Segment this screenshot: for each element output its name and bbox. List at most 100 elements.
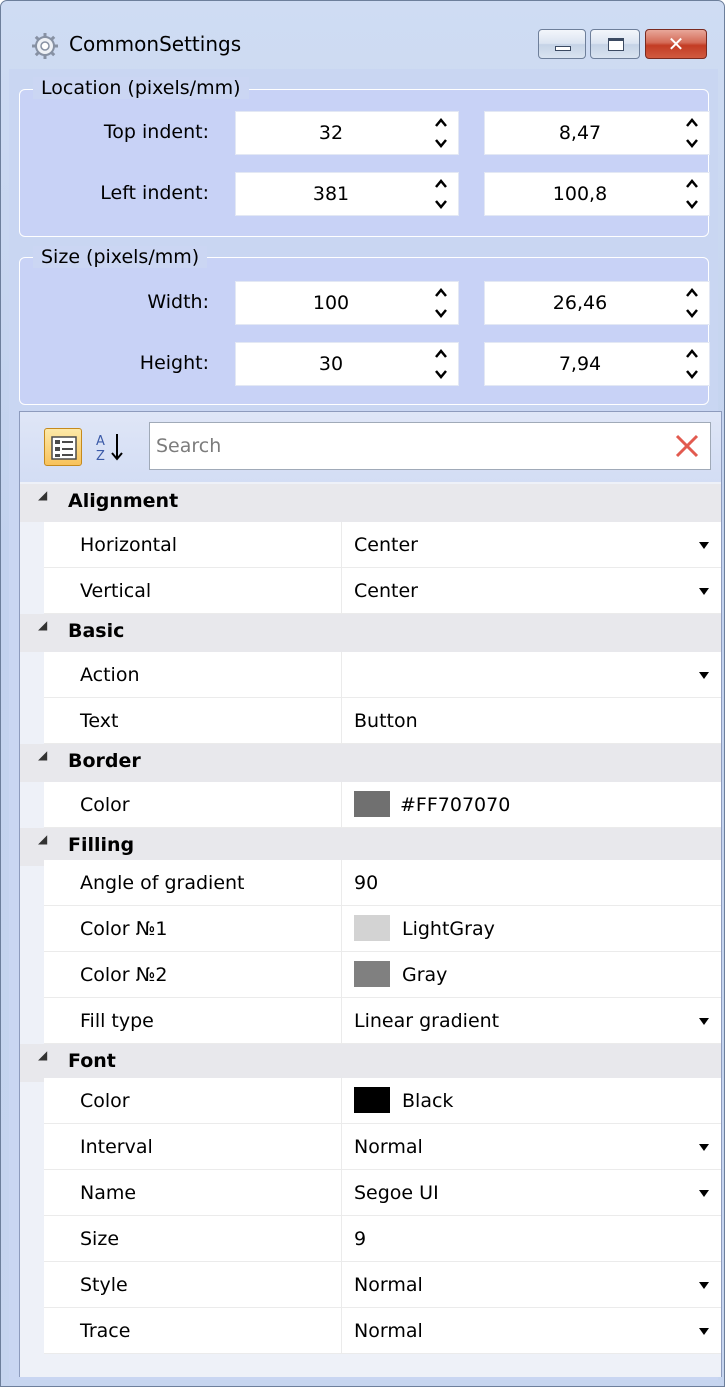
sort-az-icon: A Z	[96, 434, 123, 464]
spin-arrows-icon[interactable]	[434, 347, 448, 381]
width-mm-value[interactable]: 26,46	[485, 282, 675, 324]
search-box[interactable]	[149, 422, 711, 470]
spin-arrows-icon[interactable]	[434, 177, 448, 211]
category-label: Filling	[68, 834, 135, 856]
category-alignment[interactable]: ◢ Alignment	[20, 484, 721, 522]
category-font[interactable]: ◢ Font	[20, 1044, 721, 1082]
property-value[interactable]: Black	[342, 1078, 721, 1123]
top-indent-pixels-value[interactable]: 32	[236, 112, 426, 154]
width-pixels-value[interactable]: 100	[236, 282, 426, 324]
dropdown-arrow-icon[interactable]	[699, 1018, 709, 1025]
property-row-color-2[interactable]: Color №2 Gray	[44, 952, 721, 998]
height-pixels-spinner[interactable]: 30	[235, 342, 459, 386]
dropdown-arrow-icon[interactable]	[699, 1282, 709, 1289]
location-group-legend: Location (pixels/mm)	[33, 77, 249, 99]
height-mm-value[interactable]: 7,94	[485, 343, 675, 385]
category-basic[interactable]: ◢ Basic	[20, 614, 721, 652]
height-pixels-value[interactable]: 30	[236, 343, 426, 385]
property-value[interactable]: Center	[342, 568, 721, 613]
property-value[interactable]: 9	[342, 1216, 721, 1261]
spin-arrows-icon[interactable]	[685, 347, 699, 381]
property-name: Interval	[44, 1124, 342, 1169]
dropdown-arrow-icon[interactable]	[699, 672, 709, 679]
height-mm-spinner[interactable]: 7,94	[484, 342, 710, 386]
property-row-action[interactable]: Action	[44, 652, 721, 698]
left-indent-mm-spinner[interactable]: 100,8	[484, 172, 710, 216]
alphabetical-sort-button[interactable]: A Z	[91, 428, 131, 466]
property-row-font-name[interactable]: Name Segoe UI	[44, 1170, 721, 1216]
minimize-icon	[555, 46, 571, 51]
dropdown-arrow-icon[interactable]	[699, 1328, 709, 1335]
category-border[interactable]: ◢ Border	[20, 744, 721, 782]
property-name: Vertical	[44, 568, 342, 613]
color-value-text: Gray	[402, 964, 448, 986]
property-name: Style	[44, 1262, 342, 1307]
property-row-color-1[interactable]: Color №1 LightGray	[44, 906, 721, 952]
category-label: Basic	[68, 620, 125, 642]
left-indent-pixels-value[interactable]: 381	[236, 173, 426, 215]
property-row-trace[interactable]: Trace Normal	[44, 1308, 721, 1354]
property-row-horizontal[interactable]: Horizontal Center	[44, 522, 721, 568]
dropdown-arrow-icon[interactable]	[699, 542, 709, 549]
property-value[interactable]: Segoe UI	[342, 1170, 721, 1215]
title-bar[interactable]: CommonSettings ✕	[1, 1, 724, 69]
width-pixels-spinner[interactable]: 100	[235, 281, 459, 325]
property-row-font-size[interactable]: Size 9	[44, 1216, 721, 1262]
color-value-text: #FF707070	[400, 794, 511, 816]
property-value[interactable]: Button	[342, 698, 721, 743]
dropdown-arrow-icon[interactable]	[699, 1144, 709, 1151]
spin-arrows-icon[interactable]	[434, 286, 448, 320]
top-indent-pixels-spinner[interactable]: 32	[235, 111, 459, 155]
color-value-text: Black	[402, 1090, 454, 1112]
collapse-triangle-icon[interactable]: ◢	[38, 488, 47, 502]
category-label: Border	[68, 750, 141, 772]
property-value[interactable]	[342, 652, 721, 697]
property-value[interactable]: #FF707070	[342, 782, 721, 827]
dropdown-arrow-icon[interactable]	[699, 1190, 709, 1197]
close-button[interactable]: ✕	[645, 29, 707, 59]
width-label: Width:	[147, 291, 209, 313]
collapse-triangle-icon[interactable]: ◢	[38, 618, 47, 632]
property-row-interval[interactable]: Interval Normal	[44, 1124, 721, 1170]
left-indent-label: Left indent:	[100, 182, 209, 204]
property-row-angle-of-gradient[interactable]: Angle of gradient 90	[44, 860, 721, 906]
clear-x-icon[interactable]	[674, 433, 700, 459]
property-row-font-color[interactable]: Color Black	[44, 1078, 721, 1124]
property-value[interactable]: LightGray	[342, 906, 721, 951]
left-indent-pixels-spinner[interactable]: 381	[235, 172, 459, 216]
categorized-view-button[interactable]	[44, 428, 82, 466]
property-name: Name	[44, 1170, 342, 1215]
property-value[interactable]: Normal	[342, 1262, 721, 1307]
collapse-triangle-icon[interactable]: ◢	[38, 1048, 47, 1062]
left-indent-mm-value[interactable]: 100,8	[485, 173, 675, 215]
dropdown-arrow-icon[interactable]	[699, 588, 709, 595]
top-indent-mm-value[interactable]: 8,47	[485, 112, 675, 154]
property-value[interactable]: Linear gradient	[342, 998, 721, 1043]
maximize-button[interactable]	[590, 29, 640, 59]
search-input[interactable]	[156, 429, 656, 463]
spin-arrows-icon[interactable]	[685, 177, 699, 211]
spin-arrows-icon[interactable]	[685, 286, 699, 320]
size-group-legend: Size (pixels/mm)	[33, 246, 208, 268]
property-name: Color №2	[44, 952, 342, 997]
property-value[interactable]: Normal	[342, 1124, 721, 1169]
property-name: Color №1	[44, 906, 342, 951]
top-indent-mm-spinner[interactable]: 8,47	[484, 111, 710, 155]
property-value[interactable]: Gray	[342, 952, 721, 997]
collapse-triangle-icon[interactable]: ◢	[38, 832, 47, 846]
property-value[interactable]: 90	[342, 860, 721, 905]
property-name: Size	[44, 1216, 342, 1261]
spin-arrows-icon[interactable]	[434, 116, 448, 150]
property-row-vertical[interactable]: Vertical Center	[44, 568, 721, 614]
width-mm-spinner[interactable]: 26,46	[484, 281, 710, 325]
collapse-triangle-icon[interactable]: ◢	[38, 748, 47, 762]
property-row-fill-type[interactable]: Fill type Linear gradient	[44, 998, 721, 1044]
property-row-border-color[interactable]: Color #FF707070	[44, 782, 721, 828]
property-value[interactable]: Normal	[342, 1308, 721, 1353]
minimize-button[interactable]	[538, 29, 586, 59]
color-swatch	[354, 1086, 390, 1113]
property-row-text[interactable]: Text Button	[44, 698, 721, 744]
property-row-style[interactable]: Style Normal	[44, 1262, 721, 1308]
property-value[interactable]: Center	[342, 522, 721, 567]
spin-arrows-icon[interactable]	[685, 116, 699, 150]
